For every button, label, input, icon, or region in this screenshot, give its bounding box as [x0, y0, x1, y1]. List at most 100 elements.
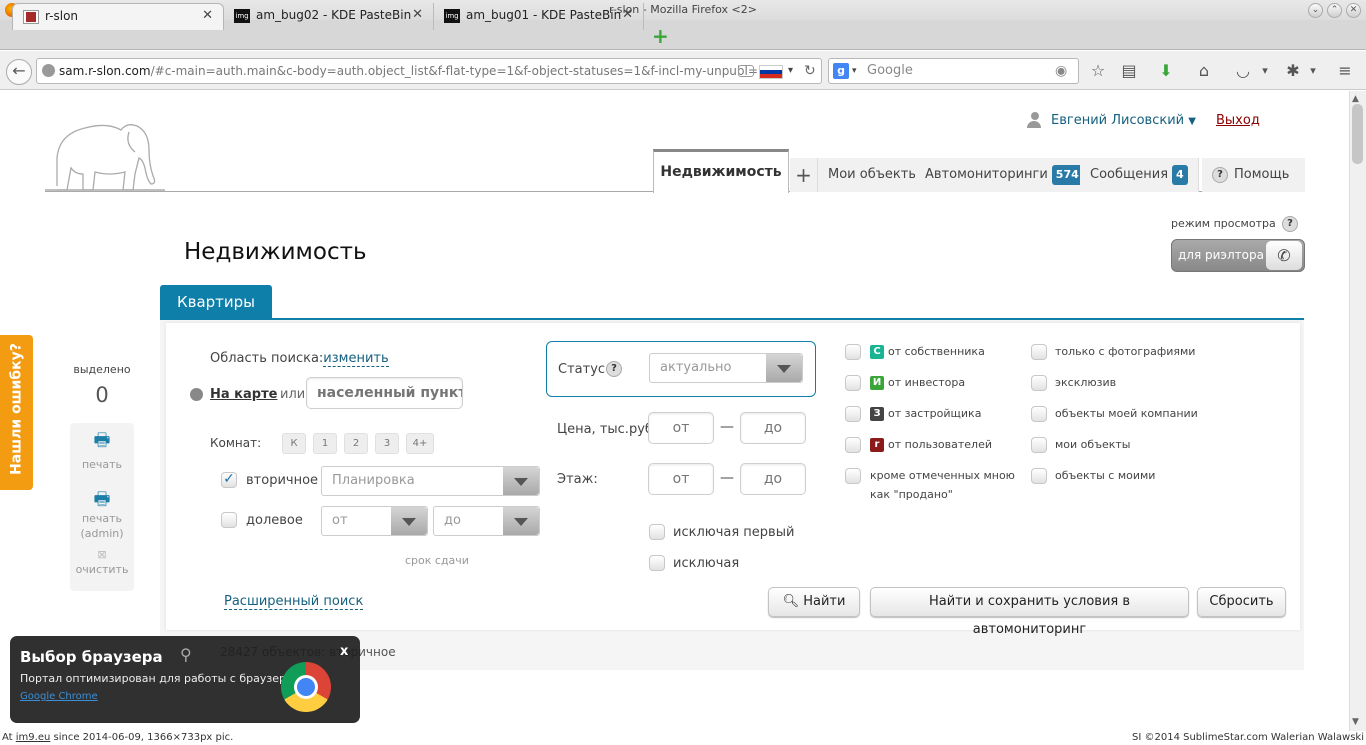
reading-list-icon[interactable]: ▤: [1118, 60, 1140, 82]
status-at: At: [2, 732, 13, 743]
secondary-checkbox[interactable]: ✓: [221, 472, 237, 488]
users-label: от пользователей: [888, 438, 992, 451]
advanced-search-link[interactable]: Расширенный поиск: [224, 594, 364, 610]
chevron-down-icon[interactable]: ▾: [1302, 60, 1324, 82]
close-tab-icon[interactable]: ✕: [412, 3, 423, 27]
price-to-input[interactable]: [740, 412, 806, 444]
tab-am-bug01[interactable]: img am_bug01 - KDE PasteBin ✕: [434, 3, 644, 30]
shared-checkbox[interactable]: [221, 512, 237, 528]
exclude-checkbox[interactable]: [649, 555, 665, 571]
locality-input[interactable]: [306, 377, 463, 409]
room-1-button[interactable]: 1: [313, 433, 337, 454]
magnifier-icon: ⚲: [180, 645, 192, 664]
reload-icon[interactable]: ↻: [804, 59, 816, 83]
page-scrollbar[interactable]: [1349, 91, 1366, 731]
phone-icon: ✆: [1266, 241, 1302, 270]
price-from-input[interactable]: [648, 412, 714, 444]
tab-label: Сообщения: [1090, 167, 1169, 182]
im9-link[interactable]: im9.eu: [16, 732, 51, 743]
maximize-button[interactable]: ⌃: [1327, 3, 1342, 18]
chrome-icon[interactable]: [281, 662, 331, 712]
category-tab-apartments[interactable]: Квартиры: [160, 285, 272, 319]
url-path: /#c-main=auth.main&c-body=auth.object_li…: [150, 64, 766, 78]
tab-messages[interactable]: Сообщения 4: [1080, 158, 1199, 192]
company-objects-checkbox[interactable]: [1031, 406, 1047, 422]
close-tab-icon[interactable]: ✕: [622, 3, 633, 27]
floor-to-input[interactable]: [740, 463, 806, 495]
room-3-button[interactable]: 3: [375, 433, 399, 454]
developer-checkbox[interactable]: [845, 406, 861, 422]
room-k-button[interactable]: К: [282, 433, 306, 454]
tab-my-objects[interactable]: Мои объекты: [818, 158, 930, 192]
pocket-icon[interactable]: [738, 65, 754, 77]
back-arrow-icon[interactable]: ←: [6, 59, 32, 85]
scroll-up-icon[interactable]: ▲: [1352, 94, 1359, 104]
chevron-down-icon[interactable]: ▾: [852, 59, 857, 83]
deadline-to-select[interactable]: до: [433, 506, 540, 536]
elephant-logo[interactable]: [45, 118, 165, 194]
find-button[interactable]: 🔍︎ Найти: [768, 587, 860, 617]
chevron-down-icon[interactable]: ▾: [1254, 60, 1276, 82]
close-window-button[interactable]: ✕: [1346, 3, 1361, 18]
add-object-button[interactable]: +: [790, 158, 818, 192]
pastebin-favicon: img: [444, 9, 460, 23]
layout-select[interactable]: Планировка: [321, 466, 540, 496]
pocket-save-icon[interactable]: ◡: [1232, 60, 1254, 82]
chevron-down-icon[interactable]: ▾: [788, 59, 793, 83]
logout-link[interactable]: Выход: [1216, 113, 1260, 128]
home-icon[interactable]: ⌂: [1193, 60, 1215, 82]
download-icon[interactable]: ⬇: [1155, 60, 1177, 82]
popup-close-button[interactable]: x: [340, 644, 348, 659]
exclude-label: исключая: [673, 556, 740, 571]
with-mine-checkbox[interactable]: [1031, 468, 1047, 484]
view-mode-toggle[interactable]: для риэлтора ✆: [1171, 239, 1305, 272]
owner-label: от собственника: [888, 345, 985, 358]
users-checkbox[interactable]: [845, 437, 861, 453]
help-icon[interactable]: ?: [606, 361, 622, 377]
chrome-link[interactable]: Google Chrome: [20, 691, 98, 702]
change-area-link[interactable]: изменить: [323, 351, 389, 367]
feedback-tab[interactable]: Нашли ошибку?: [0, 335, 33, 490]
help-icon[interactable]: ?: [1282, 216, 1298, 232]
minimize-button[interactable]: ⌄: [1308, 3, 1323, 18]
tab-r-slon[interactable]: r-slon ✕: [12, 3, 224, 30]
status-line: At im9.eu since 2014-06-09, 1366×733px p…: [0, 731, 1366, 745]
on-map-link[interactable]: На карте: [210, 387, 277, 402]
my-objects-checkbox[interactable]: [1031, 437, 1047, 453]
new-tab-icon[interactable]: +: [652, 24, 669, 48]
print-button[interactable]: 🖶 печать: [70, 428, 134, 471]
except-sold-checkbox[interactable]: [845, 468, 861, 484]
exclude-first-checkbox[interactable]: [649, 524, 665, 540]
clear-button[interactable]: ⊠ очистить: [70, 547, 134, 577]
status-select[interactable]: актуально: [649, 353, 803, 383]
floor-from-input[interactable]: [648, 463, 714, 495]
owner-checkbox[interactable]: [845, 344, 861, 360]
binoculars-icon[interactable]: ◉: [1055, 59, 1067, 83]
with-photos-checkbox[interactable]: [1031, 344, 1047, 360]
layout-value: Планировка: [332, 473, 415, 488]
exclusive-checkbox[interactable]: [1031, 375, 1047, 391]
search-bar[interactable]: g ▾ Google ◉: [828, 58, 1079, 84]
url-bar[interactable]: sam.r-slon.com/#c-main=auth.main&c-body=…: [36, 58, 822, 84]
tab-realty[interactable]: Недвижимость: [653, 149, 789, 193]
deadline-from-value: от: [332, 513, 348, 528]
globe-icon: [190, 388, 203, 401]
reset-button[interactable]: Сбросить: [1197, 587, 1286, 617]
tab-automon[interactable]: Автомониторинги 574: [915, 158, 1094, 192]
close-tab-icon[interactable]: ✕: [202, 4, 213, 28]
bookmark-star-icon[interactable]: ☆: [1087, 60, 1109, 82]
find-save-button[interactable]: Найти и сохранить условия в автомонитори…: [870, 587, 1189, 637]
tab-help[interactable]: ? Помощь: [1202, 158, 1305, 192]
scrollbar-thumb[interactable]: [1352, 104, 1363, 164]
print-admin-button[interactable]: 🖶 печать (admin): [70, 489, 134, 541]
deadline-from-select[interactable]: от: [321, 506, 428, 536]
menu-icon[interactable]: ≡: [1334, 60, 1356, 82]
room-2-button[interactable]: 2: [344, 433, 368, 454]
addon-icon[interactable]: ✱: [1282, 60, 1304, 82]
user-menu[interactable]: Евгений Лисовский ▼: [1051, 113, 1196, 128]
search-area-label: Область поиска:изменить: [210, 351, 389, 367]
investor-checkbox[interactable]: [845, 375, 861, 391]
room-4plus-button[interactable]: 4+: [406, 433, 434, 454]
tab-am-bug02[interactable]: img am_bug02 - KDE PasteBin ✕: [224, 3, 434, 30]
scroll-down-icon[interactable]: ▼: [1352, 717, 1359, 727]
